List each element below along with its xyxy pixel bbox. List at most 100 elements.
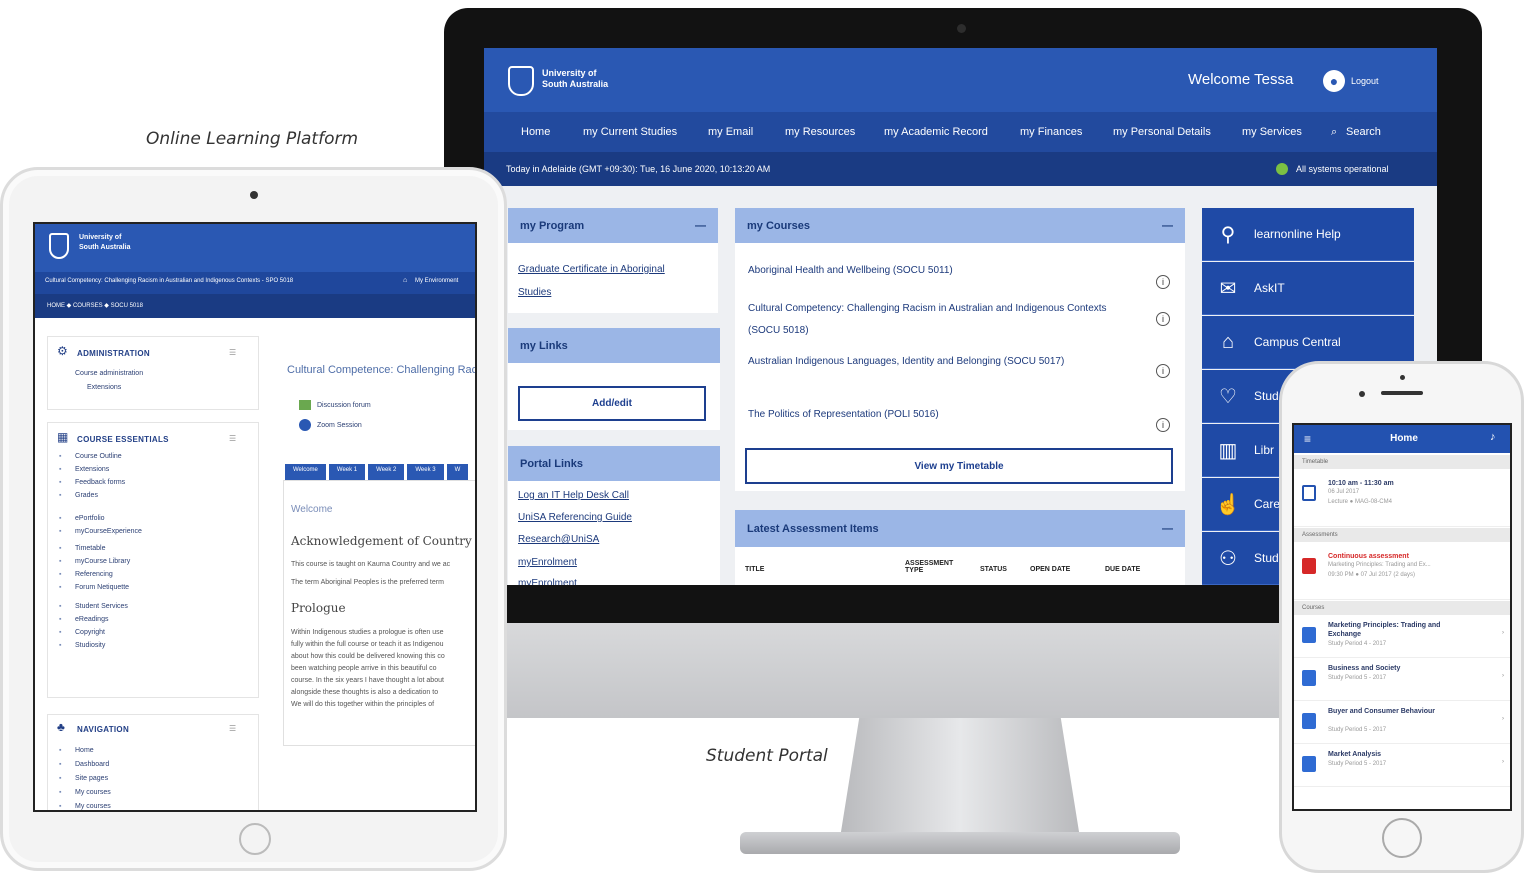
course-item[interactable]: Australian Indigenous Languages, Identit… xyxy=(748,351,1128,373)
essentials-item[interactable]: Copyright xyxy=(75,626,105,639)
info-icon[interactable]: i xyxy=(1156,418,1170,432)
chevron-right-icon[interactable]: › xyxy=(1502,759,1504,765)
essentials-item[interactable]: Studiosity xyxy=(75,639,105,652)
essentials-item[interactable]: Student Services xyxy=(75,600,128,613)
my-environment-link[interactable]: My Environment xyxy=(415,278,458,284)
collapse-icon[interactable]: — xyxy=(1162,523,1173,535)
mobile-header: Home xyxy=(1294,425,1510,453)
nav-email[interactable]: my Email xyxy=(708,126,753,138)
tile-learnonline-help[interactable]: ⚲ learnonline Help xyxy=(1202,208,1414,261)
portal-link-referencing[interactable]: UniSA Referencing Guide xyxy=(518,508,632,528)
sitemap-icon: ♣ xyxy=(57,720,65,734)
course-item[interactable]: The Politics of Representation (POLI 501… xyxy=(748,404,1128,426)
course-bar-title: Cultural Competency: Challenging Racism … xyxy=(45,278,294,284)
chevron-right-icon[interactable]: › xyxy=(1502,630,1504,636)
breadcrumb-text[interactable]: HOME ◆ COURSES ◆ SOCU 5018 xyxy=(47,302,143,309)
search-icon[interactable]: ⌕ xyxy=(1331,126,1337,139)
block-menu-icon[interactable]: ☰ xyxy=(229,434,236,443)
nav-academic-record[interactable]: my Academic Record xyxy=(884,126,988,138)
assessment-header[interactable]: Latest Assessment Items — xyxy=(735,510,1185,547)
essentials-bullet-icon: ▪ xyxy=(59,571,62,578)
portal-link-extra[interactable]: myEnrolment xyxy=(518,574,577,585)
info-icon[interactable]: i xyxy=(1156,312,1170,326)
activity-forum[interactable]: Discussion forum xyxy=(317,399,371,412)
essentials-item[interactable]: Feedback forms xyxy=(75,476,125,489)
essentials-item[interactable]: Course Outline xyxy=(75,450,122,463)
essentials-item[interactable]: Extensions xyxy=(75,463,109,476)
course-title: Buyer and Consumer Behaviour xyxy=(1328,708,1435,715)
activity-zoom[interactable]: Zoom Session xyxy=(317,419,362,432)
course-item[interactable]: Aboriginal Health and Wellbeing (SOCU 50… xyxy=(748,260,1128,282)
tab-welcome[interactable]: Welcome xyxy=(285,464,326,480)
tablet-camera xyxy=(250,191,258,199)
navigation-item[interactable]: My courses xyxy=(75,800,111,810)
home-icon[interactable]: ⌂ xyxy=(403,277,407,284)
essentials-item[interactable]: Timetable xyxy=(75,542,105,555)
nav-finances[interactable]: my Finances xyxy=(1020,126,1082,138)
grid-icon: ▦ xyxy=(57,430,69,444)
nav-current-studies[interactable]: my Current Studies xyxy=(583,126,677,138)
course-item[interactable]: Market Analysis Study Period 5 - 2017 › xyxy=(1294,744,1510,787)
admin-item[interactable]: Extensions xyxy=(87,381,121,394)
block-menu-icon[interactable]: ☰ xyxy=(229,348,236,357)
chevron-right-icon[interactable]: › xyxy=(1502,716,1504,722)
tab-week-2[interactable]: Week 2 xyxy=(368,464,405,480)
navigation-item[interactable]: My courses xyxy=(75,786,111,799)
essentials-item[interactable]: myCourseExperience xyxy=(75,525,142,538)
essentials-item[interactable]: eReadings xyxy=(75,613,108,626)
unisa-logo-icon[interactable] xyxy=(508,66,534,96)
collapse-icon[interactable]: — xyxy=(695,220,706,232)
tile-askit[interactable]: ✉ AskIT xyxy=(1202,262,1414,315)
essentials-bullet-icon: ▪ xyxy=(59,545,62,552)
tablet-home-button[interactable] xyxy=(239,823,271,855)
navigation-item[interactable]: Site pages xyxy=(75,772,108,785)
logout-link[interactable]: Logout xyxy=(1351,76,1379,86)
course-item[interactable]: Marketing Principles: Trading and Exchan… xyxy=(1294,615,1510,658)
nav-home[interactable]: Home xyxy=(521,126,550,138)
info-icon[interactable]: i xyxy=(1156,275,1170,289)
unisa-logo-icon[interactable] xyxy=(49,233,69,259)
my-program-header[interactable]: my Program — xyxy=(508,208,718,243)
assessment-item[interactable]: Continuous assessment Marketing Principl… xyxy=(1294,542,1510,600)
info-icon[interactable]: i xyxy=(1156,364,1170,378)
timetable-item[interactable]: 10:10 am - 11:30 am 06 Jul 2017 Lecture … xyxy=(1294,469,1510,527)
hamburger-menu-icon[interactable]: ≡ xyxy=(1304,432,1311,446)
phone-home-button[interactable] xyxy=(1382,818,1422,858)
course-item[interactable]: Business and Society Study Period 5 - 201… xyxy=(1294,658,1510,701)
course-item[interactable]: Cultural Competency: Challenging Racism … xyxy=(748,298,1128,342)
admin-item[interactable]: Course administration xyxy=(75,367,143,380)
tab-week-3[interactable]: Week 3 xyxy=(407,464,444,480)
collapse-icon[interactable]: — xyxy=(1162,220,1173,232)
caption-student-portal: Student Portal xyxy=(706,746,828,766)
essentials-item[interactable]: ePortfolio xyxy=(75,512,105,525)
tab-week-4[interactable]: W xyxy=(446,464,469,480)
navigation-item[interactable]: Dashboard xyxy=(75,758,109,771)
program-link[interactable]: Graduate Certificate in Aboriginal Studi… xyxy=(518,258,698,304)
portal-link-myenrolment[interactable]: myEnrolment xyxy=(518,553,577,573)
nav-resources[interactable]: my Resources xyxy=(785,126,855,138)
nav-search[interactable]: Search xyxy=(1346,126,1381,138)
tab-week-1[interactable]: Week 1 xyxy=(328,464,366,480)
my-links-header[interactable]: my Links xyxy=(508,328,720,363)
portal-link-helpdesk[interactable]: Log an IT Help Desk Call xyxy=(518,486,629,506)
bell-icon[interactable]: ♪ xyxy=(1490,431,1496,443)
navigation-item[interactable]: Home xyxy=(75,744,94,757)
tile-label: Stud xyxy=(1254,551,1279,565)
add-edit-button[interactable]: Add/edit xyxy=(518,386,706,421)
block-menu-icon[interactable]: ☰ xyxy=(229,724,236,733)
chevron-right-icon[interactable]: › xyxy=(1502,673,1504,679)
portal-links-header[interactable]: Portal Links xyxy=(508,446,720,481)
course-item[interactable]: Buyer and Consumer Behaviour Study Period… xyxy=(1294,701,1510,744)
essentials-bullet-icon: ▪ xyxy=(59,558,62,565)
nav-personal-details[interactable]: my Personal Details xyxy=(1113,126,1211,138)
nav-services[interactable]: my Services xyxy=(1242,126,1302,138)
essentials-item[interactable]: Grades xyxy=(75,489,98,502)
my-courses-header[interactable]: my Courses — xyxy=(735,208,1185,243)
essentials-item[interactable]: Referencing xyxy=(75,568,113,581)
portal-link-research[interactable]: Research@UniSA xyxy=(518,530,599,550)
essentials-item[interactable]: Forum Netiquette xyxy=(75,581,129,594)
view-timetable-button[interactable]: View my Timetable xyxy=(745,448,1173,484)
course-period: Study Period 5 - 2017 xyxy=(1328,727,1387,733)
essentials-item[interactable]: myCourse Library xyxy=(75,555,130,568)
user-icon[interactable]: ● xyxy=(1323,70,1345,92)
